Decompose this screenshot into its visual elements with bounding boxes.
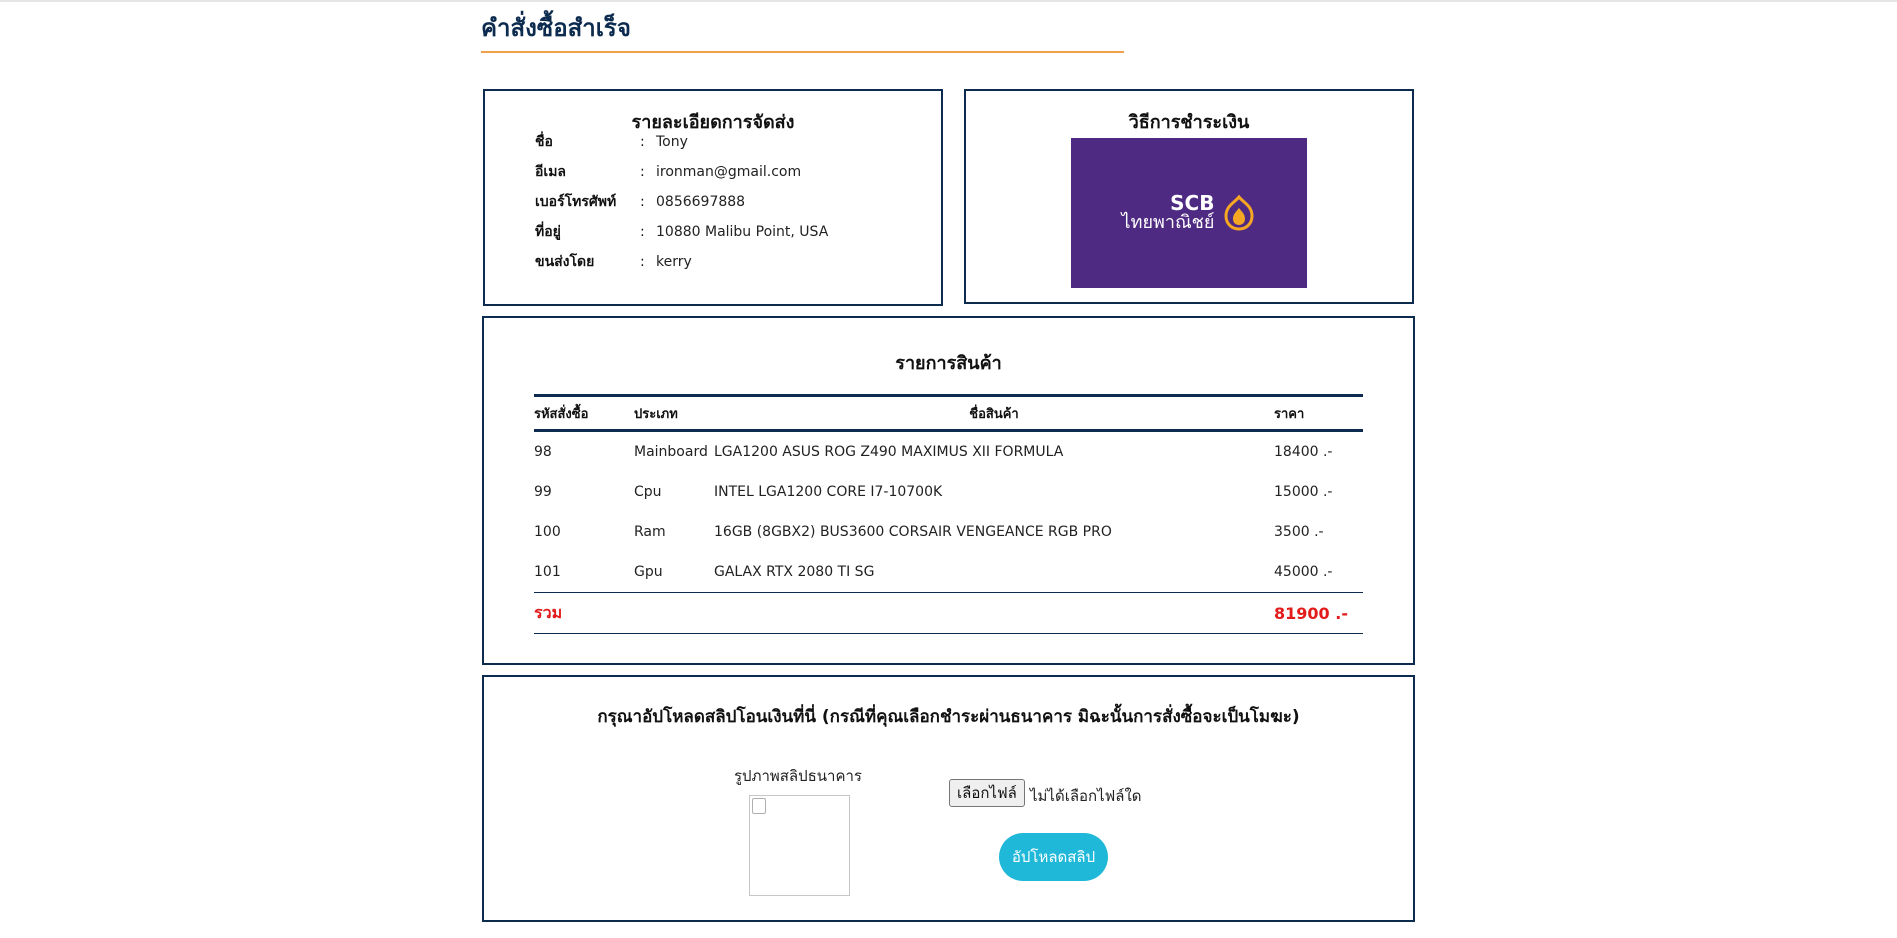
shipping-row-carrier: ขนส่งโดย : kerry [535, 249, 692, 275]
cell-price: 45000 .- [1274, 564, 1333, 580]
shipping-value: 0856697888 [656, 194, 746, 210]
slip-image-label: รูปภาพสลิปธนาคาร [734, 767, 862, 785]
table-row: 101 Gpu GALAX RTX 2080 TI SG 45000 .- [534, 552, 1363, 592]
shipping-details-card: รายละเอียดการจัดส่ง ชื่อ : Tony อีเมล : … [483, 89, 943, 306]
shipping-label: อีเมล [535, 164, 567, 180]
shipping-label: ที่อยู่ [535, 224, 561, 240]
payment-heading: วิธีการชำระเงิน [1128, 112, 1250, 133]
shipping-row-email: อีเมล : ironman@gmail.com [535, 159, 801, 185]
table-row: 100 Ram 16GB (8GBX2) BUS3600 CORSAIR VEN… [534, 512, 1363, 552]
upload-heading: กรุณาอัปโหลดสลิปโอนเงินที่นี่ (กรณีที่คุ… [597, 707, 1300, 727]
cell-product: LGA1200 ASUS ROG Z490 MAXIMUS XII FORMUL… [714, 444, 1064, 460]
cell-type: Gpu [634, 564, 663, 580]
table-row: 98 Mainboard LGA1200 ASUS ROG Z490 MAXIM… [534, 432, 1363, 472]
payment-method-card: วิธีการชำระเงิน SCB ไทยพาณิชย์ [964, 89, 1414, 304]
cell-order-id: 98 [534, 444, 552, 460]
cell-type: Cpu [634, 484, 662, 500]
shipping-label: ชื่อ [535, 134, 553, 150]
shipping-value: kerry [656, 254, 692, 270]
cell-product: INTEL LGA1200 CORE I7-10700K [714, 484, 943, 500]
items-heading: รายการสินค้า [895, 353, 1002, 374]
shipping-label: เบอร์โทรศัพท์ [535, 194, 617, 210]
cell-order-id: 99 [534, 484, 552, 500]
scb-emblem-icon [1224, 194, 1254, 231]
shipping-row-phone: เบอร์โทรศัพท์ : 0856697888 [535, 189, 745, 215]
shipping-value: Tony [656, 134, 688, 150]
col-header-product: ชื่อสินค้า [969, 406, 1019, 422]
total-bottom-border [534, 633, 1363, 634]
cell-type: Mainboard [634, 444, 708, 460]
table-row: 99 Cpu INTEL LGA1200 CORE I7-10700K 1500… [534, 472, 1363, 512]
cell-product: 16GB (8GBX2) BUS3600 CORSAIR VENGEANCE R… [714, 524, 1112, 540]
col-header-order-id: รหัสสั่งซื้อ [534, 406, 589, 422]
total-row: รวม 81900 .- [534, 593, 1363, 633]
shipping-value: ironman@gmail.com [656, 164, 802, 180]
table-header: รหัสสั่งซื้อ ประเภท ชื่อสินค้า ราคา [534, 397, 1363, 429]
slip-image-preview [749, 795, 850, 896]
colon: : [640, 134, 645, 150]
title-underline [481, 51, 1124, 53]
cell-order-id: 100 [534, 524, 561, 540]
total-value: 81900 .- [1274, 603, 1348, 623]
order-items-card: รายการสินค้า รหัสสั่งซื้อ ประเภท ชื่อสิน… [482, 316, 1415, 665]
broken-image-icon [752, 798, 766, 814]
colon: : [640, 254, 645, 270]
shipping-row-address: ที่อยู่ : 10880 Malibu Point, USA [535, 219, 828, 245]
total-label: รวม [534, 602, 563, 622]
items-table: รหัสสั่งซื้อ ประเภท ชื่อสินค้า ราคา 98 M… [534, 394, 1363, 634]
top-divider [0, 0, 1897, 2]
colon: : [640, 224, 645, 240]
cell-price: 18400 .- [1274, 444, 1333, 460]
colon: : [640, 164, 645, 180]
page-title: คำสั่งซื้อสำเร็จ [481, 14, 631, 42]
scb-bank-logo: SCB ไทยพาณิชย์ [1071, 138, 1307, 288]
upload-slip-card: กรุณาอัปโหลดสลิปโอนเงินที่นี่ (กรณีที่คุ… [482, 675, 1415, 922]
cell-product: GALAX RTX 2080 TI SG [714, 564, 875, 580]
shipping-value: 10880 Malibu Point, USA [656, 224, 829, 240]
cell-price: 15000 .- [1274, 484, 1333, 500]
col-header-type: ประเภท [634, 406, 678, 422]
cell-type: Ram [634, 524, 666, 540]
cell-price: 3500 .- [1274, 524, 1324, 540]
shipping-label: ขนส่งโดย [535, 254, 595, 270]
choose-file-button[interactable]: เลือกไฟล์ [949, 779, 1025, 807]
colon: : [640, 194, 645, 210]
shipping-row-name: ชื่อ : Tony [535, 129, 688, 155]
upload-slip-button[interactable]: อัปโหลดสลิป [999, 833, 1108, 881]
col-header-price: ราคา [1274, 406, 1305, 422]
file-status-text: ไม่ได้เลือกไฟล์ใด [1030, 787, 1142, 805]
cell-order-id: 101 [534, 564, 561, 580]
bank-name-en: SCB [1170, 191, 1215, 216]
bank-name-th: ไทยพาณิชย์ [1121, 212, 1215, 234]
